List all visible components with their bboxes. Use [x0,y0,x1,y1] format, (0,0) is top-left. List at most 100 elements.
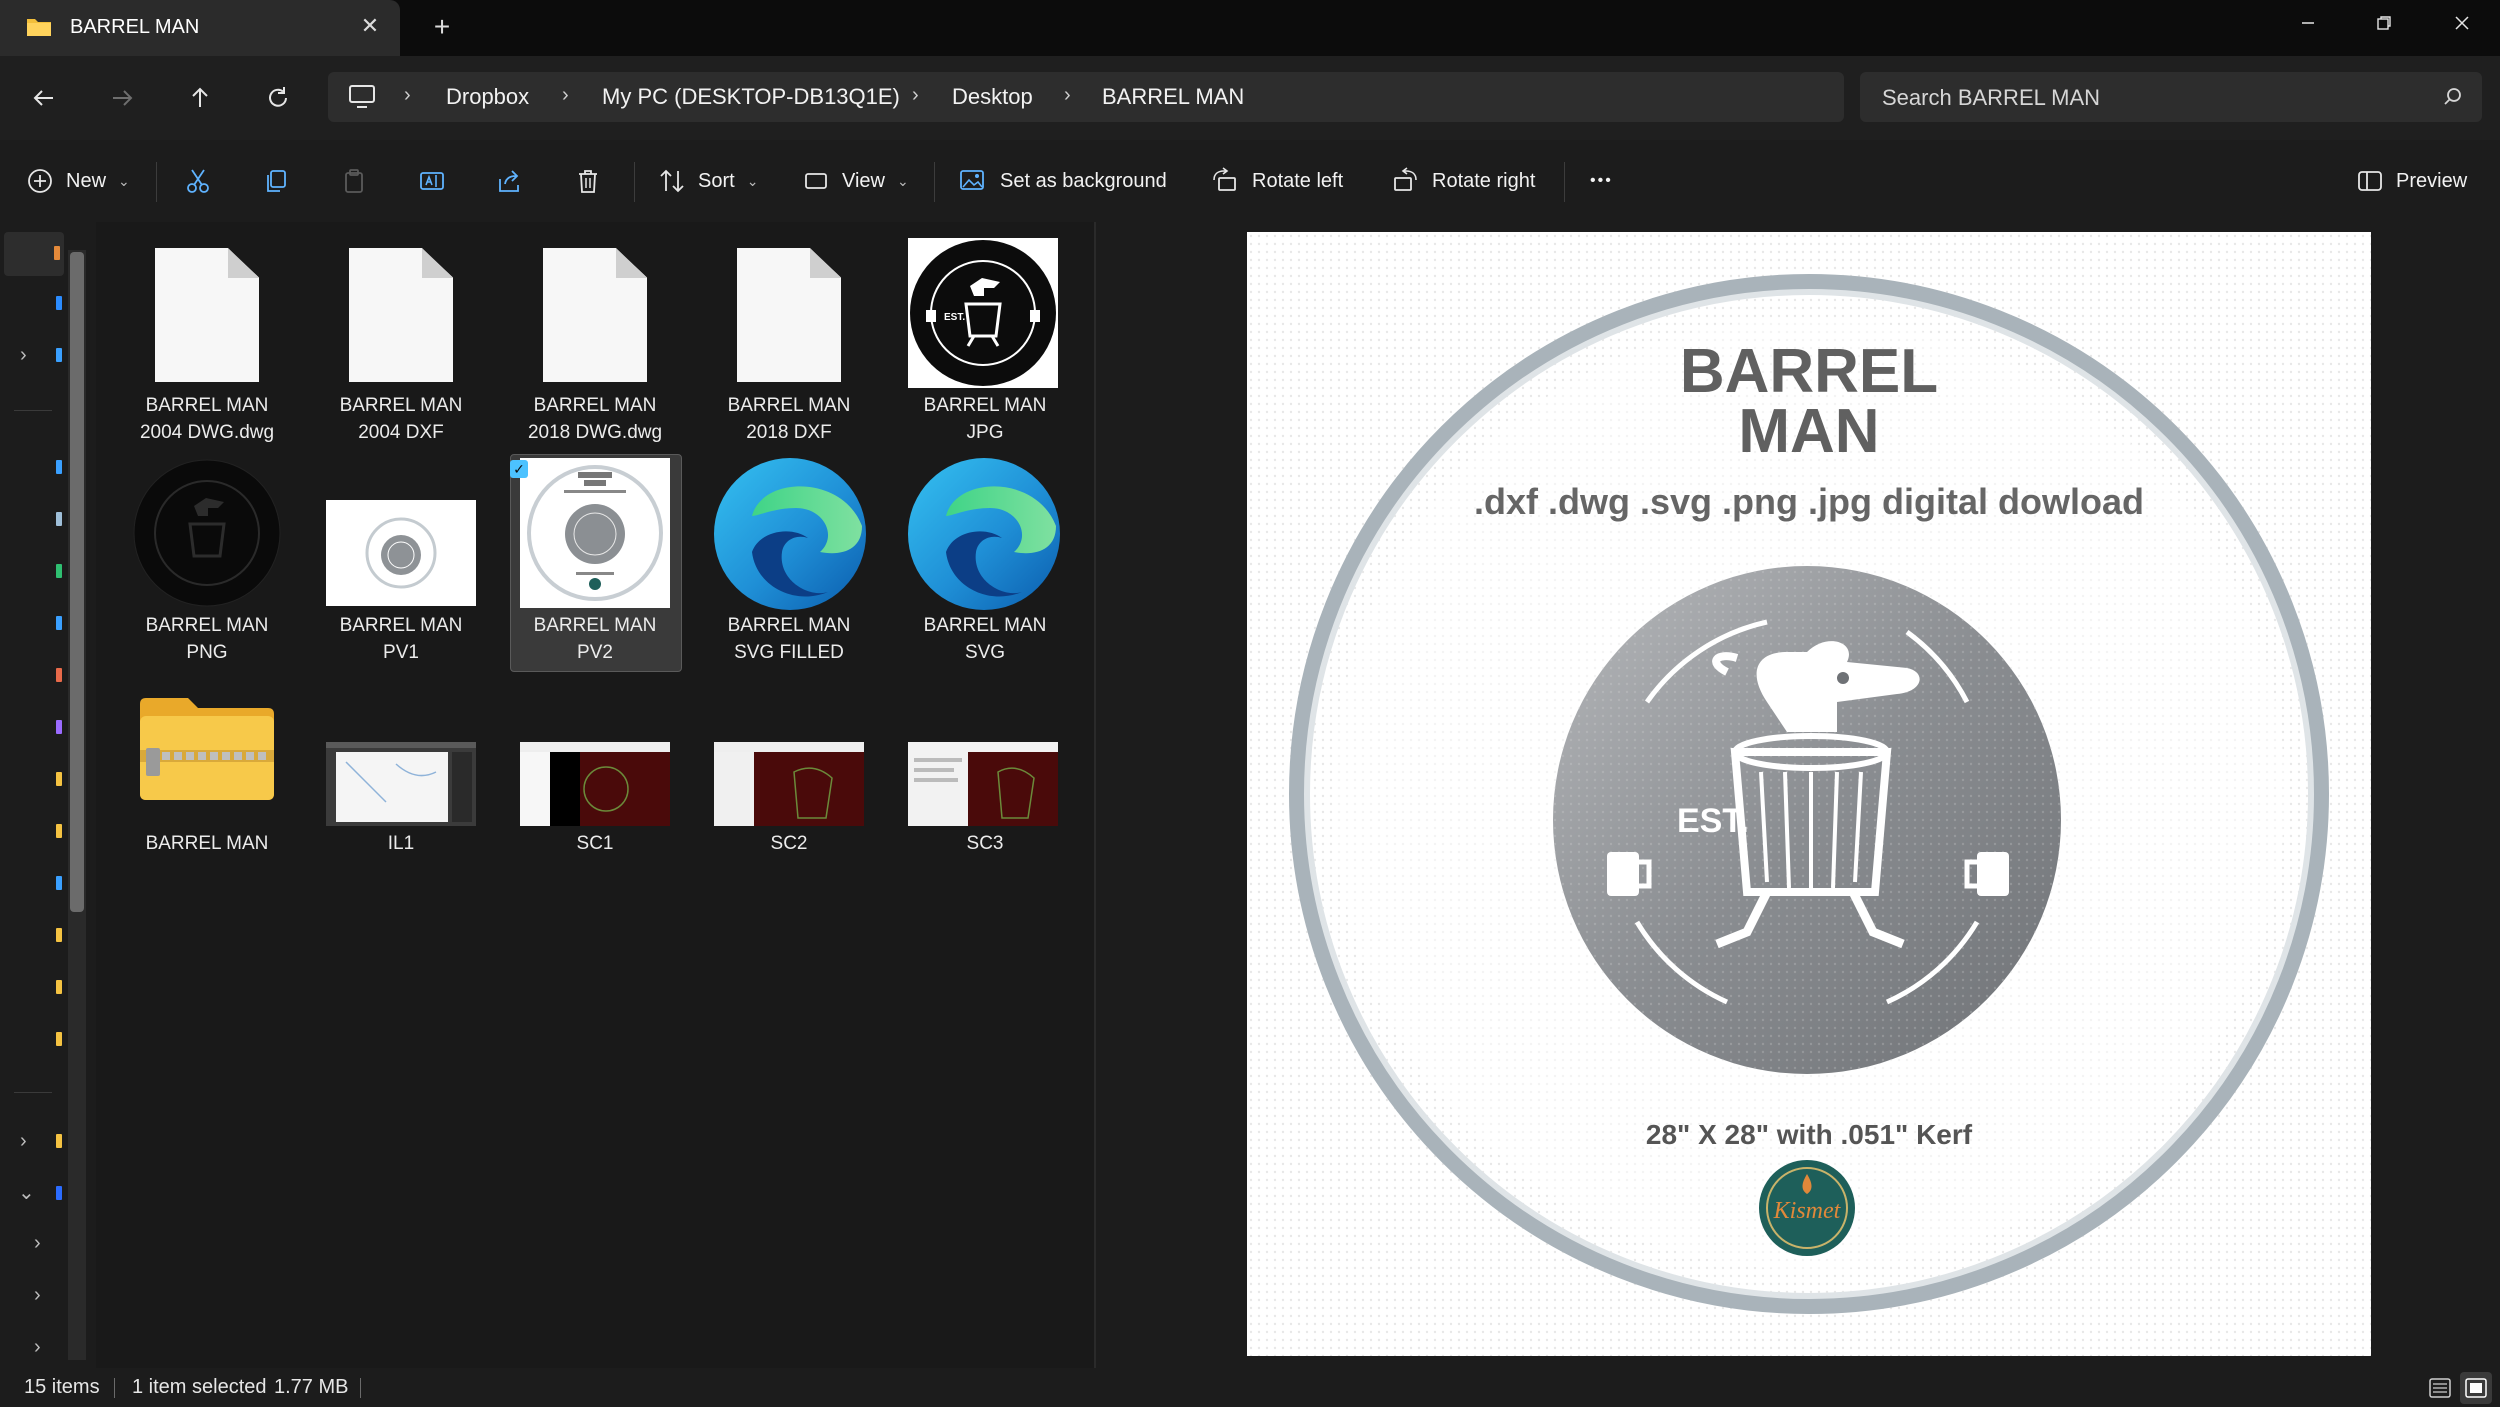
folder-icon [56,928,62,942]
chevron-right-icon[interactable]: › [34,1336,41,1359]
tab-barrel-man[interactable]: BARREL MAN ✕ [0,0,400,56]
screenshot-thumbnail [520,742,670,826]
paste-button[interactable] [340,140,368,222]
file-item[interactable]: BARREL MAN SVG [892,456,1078,666]
back-arrow-icon[interactable] [24,78,64,118]
chevron-down-icon: ⌄ [897,172,909,189]
chevron-right-icon[interactable]: › [20,344,27,367]
breadcrumb-my-pc[interactable]: My PC (DESKTOP-DB13Q1E) [602,84,900,110]
image-thumbnail: EST. [908,238,1058,388]
gallery-icon [56,296,62,310]
chevron-right-icon: › [912,84,919,106]
sort-button[interactable]: Sort ⌄ [658,140,758,222]
preview-image: EST. BARREL MAN .dxf .dwg .svg .png .jpg… [1247,232,2371,1356]
file-item[interactable]: IL1 [308,676,494,866]
file-item[interactable]: SC2 [696,676,882,866]
folder-icon [56,1134,62,1148]
image-thumbnail [133,459,281,607]
set-as-background-button[interactable]: Set as background [958,140,1167,222]
nav-scrollbar-thumb[interactable] [70,252,84,912]
sort-icon [660,169,684,193]
forward-arrow-icon[interactable] [102,78,142,118]
downloads-folder-icon [56,564,62,578]
file-item[interactable]: BARREL MAN 2004 DWG.dwg [114,236,300,446]
file-name-line2: PV1 [383,642,419,663]
file-name-line2: SVG FILLED [734,642,844,663]
large-icons-view-icon[interactable] [2460,1372,2492,1404]
address-bar[interactable]: › Dropbox › My PC (DESKTOP-DB13Q1E) › De… [328,72,1844,122]
chevron-right-icon[interactable]: › [20,1130,27,1153]
share-button[interactable] [496,140,524,222]
preview-pane-button[interactable]: Preview [2356,140,2467,222]
restore-icon[interactable] [2346,0,2422,46]
preview-title-line2: MAN [1738,397,1879,466]
trash-icon [579,170,597,193]
up-arrow-icon[interactable] [180,78,220,118]
file-item[interactable]: BARREL MAN 2018 DWG.dwg [502,236,688,446]
file-name: SC1 [576,833,614,854]
file-name-line2: 2004 DWG.dwg [139,422,275,443]
rename-button[interactable] [418,140,446,222]
file-item[interactable]: BARREL MAN PV1 [308,456,494,666]
minimize-icon[interactable] [2270,0,2346,46]
file-item[interactable]: BARREL MAN 2004 DXF [308,236,494,446]
view-icon [805,173,827,189]
rotate-left-button[interactable]: Rotate left [1210,140,1343,222]
file-item[interactable]: BARREL MAN 2018 DXF [696,236,882,446]
file-item[interactable]: SC1 [502,676,688,866]
chevron-right-icon[interactable]: › [34,1284,41,1307]
videos-folder-icon [56,720,62,734]
file-item[interactable]: EST. BARREL MAN JPG [892,236,1078,446]
search-input[interactable]: Search BARREL MAN [1860,72,2482,122]
file-name: BARREL MAN [145,615,269,636]
file-name: BARREL MAN [923,395,1047,416]
view-button[interactable]: View ⌄ [802,140,909,222]
breadcrumb-desktop[interactable]: Desktop [952,84,1033,110]
file-name: BARREL MAN [339,395,463,416]
more-options-icon[interactable]: ••• [1590,140,1613,222]
toolbar-divider [156,162,157,202]
file-name: BARREL MAN [145,395,269,416]
delete-button[interactable] [574,140,602,222]
edge-browser-icon [714,458,866,610]
zip-folder-icon [140,698,274,800]
preview-subtitle: .dxf .dwg .svg .png .jpg digital dowload [1474,481,2144,522]
toolbar-divider [934,162,935,202]
refresh-icon[interactable] [258,78,298,118]
close-window-icon[interactable] [2424,0,2500,46]
nav-item-home[interactable] [4,232,64,276]
document-fold [810,248,841,278]
breadcrumb-barrel-man[interactable]: BARREL MAN [1102,84,1244,110]
image-thumbnail [326,500,476,606]
close-tab-icon[interactable]: ✕ [356,12,384,40]
file-item[interactable]: BARREL MAN PNG [114,456,300,666]
file-item[interactable]: BARREL MAN [114,676,300,866]
breadcrumb-dropbox[interactable]: Dropbox [446,84,529,110]
new-tab-button[interactable]: + [426,12,458,44]
screenshot-thumbnail [908,742,1058,826]
chevron-right-icon[interactable]: › [34,1232,41,1255]
selected-checkbox-icon[interactable]: ✓ [510,460,528,478]
cut-button[interactable] [184,140,212,222]
copy-button[interactable] [262,140,290,222]
file-item[interactable]: BARREL MAN SVG FILLED [696,456,882,666]
rotate-right-button[interactable]: Rotate right [1390,140,1535,222]
rotate-left-icon [1213,167,1236,191]
preview-size-text: 28" X 28" with .051" Kerf [1646,1119,1973,1150]
title-bar: BARREL MAN ✕ + [0,0,2500,56]
chevron-down-icon[interactable]: ⌄ [18,1180,35,1205]
file-item[interactable]: SC3 [892,676,1078,866]
preview-label: Preview [2396,169,2468,192]
item-count: 15 items [24,1376,100,1398]
details-view-icon[interactable] [2426,1374,2454,1402]
file-name-line2: 2018 DXF [746,422,832,443]
screenshot-thumbnail [714,742,864,826]
search-icon[interactable] [2442,86,2464,108]
selection-count: 1 item selected [132,1376,267,1398]
file-name-line2: 2018 DWG.dwg [527,422,663,443]
file-item-selected[interactable]: ✓ BARREL MAN PV2 [502,456,688,666]
pictures-folder-icon [56,668,62,682]
file-name-line2: 2004 DXF [358,422,444,443]
home-icon [54,246,60,260]
new-button[interactable]: New ⌄ [26,140,130,222]
